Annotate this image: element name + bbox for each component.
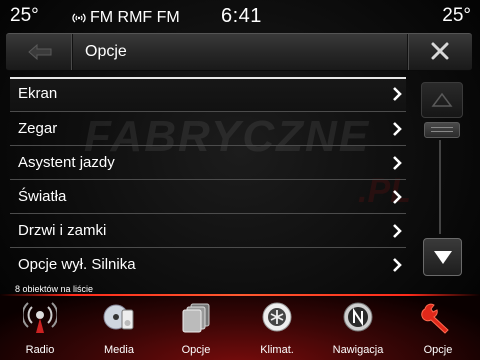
antenna-icon bbox=[72, 13, 86, 23]
opcje-cards-icon bbox=[182, 303, 210, 333]
radio-station-text: FM RMF FM bbox=[90, 9, 180, 26]
scrollbar-track[interactable] bbox=[439, 140, 441, 234]
nav-label: Opcje bbox=[181, 344, 211, 356]
nav-label: Opcje bbox=[423, 344, 453, 356]
list-item-opcje-wyl-silnika[interactable]: Opcje wył. Silnika bbox=[10, 248, 406, 282]
page-title: Opcje bbox=[85, 43, 127, 60]
chevron-right-icon bbox=[393, 156, 402, 170]
list-item-ekran[interactable]: Ekran bbox=[10, 77, 406, 111]
list-item-drzwi-i-zamki[interactable]: Drzwi i zamki bbox=[10, 214, 406, 248]
radio-icon bbox=[23, 302, 57, 333]
chevron-right-icon bbox=[393, 190, 402, 204]
back-button[interactable] bbox=[6, 34, 73, 70]
nav-nawigacja[interactable]: Nawigacja bbox=[322, 300, 394, 358]
list-item-zegar[interactable]: Zegar bbox=[10, 112, 406, 146]
nav-label: Klimat. bbox=[260, 344, 294, 356]
nav-label: Nawigacja bbox=[332, 344, 384, 356]
radio-status: FM RMF FM bbox=[72, 9, 180, 27]
list-item-swiatla[interactable]: Światła bbox=[10, 180, 406, 214]
media-icon bbox=[103, 304, 134, 330]
scroll-up-button[interactable] bbox=[421, 82, 463, 118]
status-bar: 25° FM RMF FM 6:41 25° bbox=[0, 0, 480, 32]
close-icon bbox=[431, 42, 449, 60]
options-list: Ekran Zegar Asystent jazdy Światła Drzwi… bbox=[10, 77, 406, 281]
close-button[interactable] bbox=[407, 34, 472, 70]
nav-label: Radio bbox=[25, 344, 55, 356]
triangle-down-icon bbox=[434, 251, 452, 264]
nav-klimat[interactable]: Klimat. bbox=[241, 300, 313, 358]
nav-opcje-cards[interactable]: Opcje bbox=[160, 300, 232, 358]
scrollbar-thumb[interactable] bbox=[424, 122, 460, 138]
temperature-left[interactable]: 25° bbox=[10, 5, 39, 27]
clock[interactable]: 6:41 bbox=[221, 5, 262, 28]
bottom-nav: Radio Media Opcje Klimat. Nawigacja Opcj… bbox=[0, 294, 480, 360]
back-arrow-icon bbox=[28, 44, 52, 60]
triangle-up-icon bbox=[431, 92, 453, 107]
nav-opcje-wrench[interactable]: Opcje bbox=[402, 300, 474, 358]
chevron-right-icon bbox=[393, 122, 402, 136]
chevron-right-icon bbox=[393, 87, 402, 101]
infotainment-screen: FABRYCZNE .PL 25° FM RMF FM 6:41 25° Opc… bbox=[0, 0, 480, 360]
list-item-label: Asystent jazdy bbox=[18, 154, 115, 171]
nav-radio[interactable]: Radio bbox=[4, 300, 76, 358]
chevron-right-icon bbox=[393, 224, 402, 238]
nav-label: Media bbox=[104, 344, 134, 356]
list-item-asystent-jazdy[interactable]: Asystent jazdy bbox=[10, 146, 406, 180]
scroll-down-button[interactable] bbox=[423, 238, 462, 276]
item-count: 8 obiektów na liście bbox=[15, 284, 94, 294]
nav-media[interactable]: Media bbox=[83, 300, 155, 358]
list-item-label: Drzwi i zamki bbox=[18, 222, 107, 239]
header-bar: Opcje bbox=[6, 33, 472, 71]
list-item-label: Opcje wył. Silnika bbox=[18, 256, 136, 273]
wrench-icon bbox=[421, 303, 449, 334]
temperature-right[interactable]: 25° bbox=[442, 5, 471, 27]
list-item-label: Światła bbox=[18, 188, 67, 205]
list-item-label: Ekran bbox=[18, 85, 58, 102]
climate-icon bbox=[262, 302, 292, 332]
compass-icon bbox=[343, 302, 373, 332]
list-item-label: Zegar bbox=[18, 120, 58, 137]
chevron-right-icon bbox=[393, 258, 402, 272]
